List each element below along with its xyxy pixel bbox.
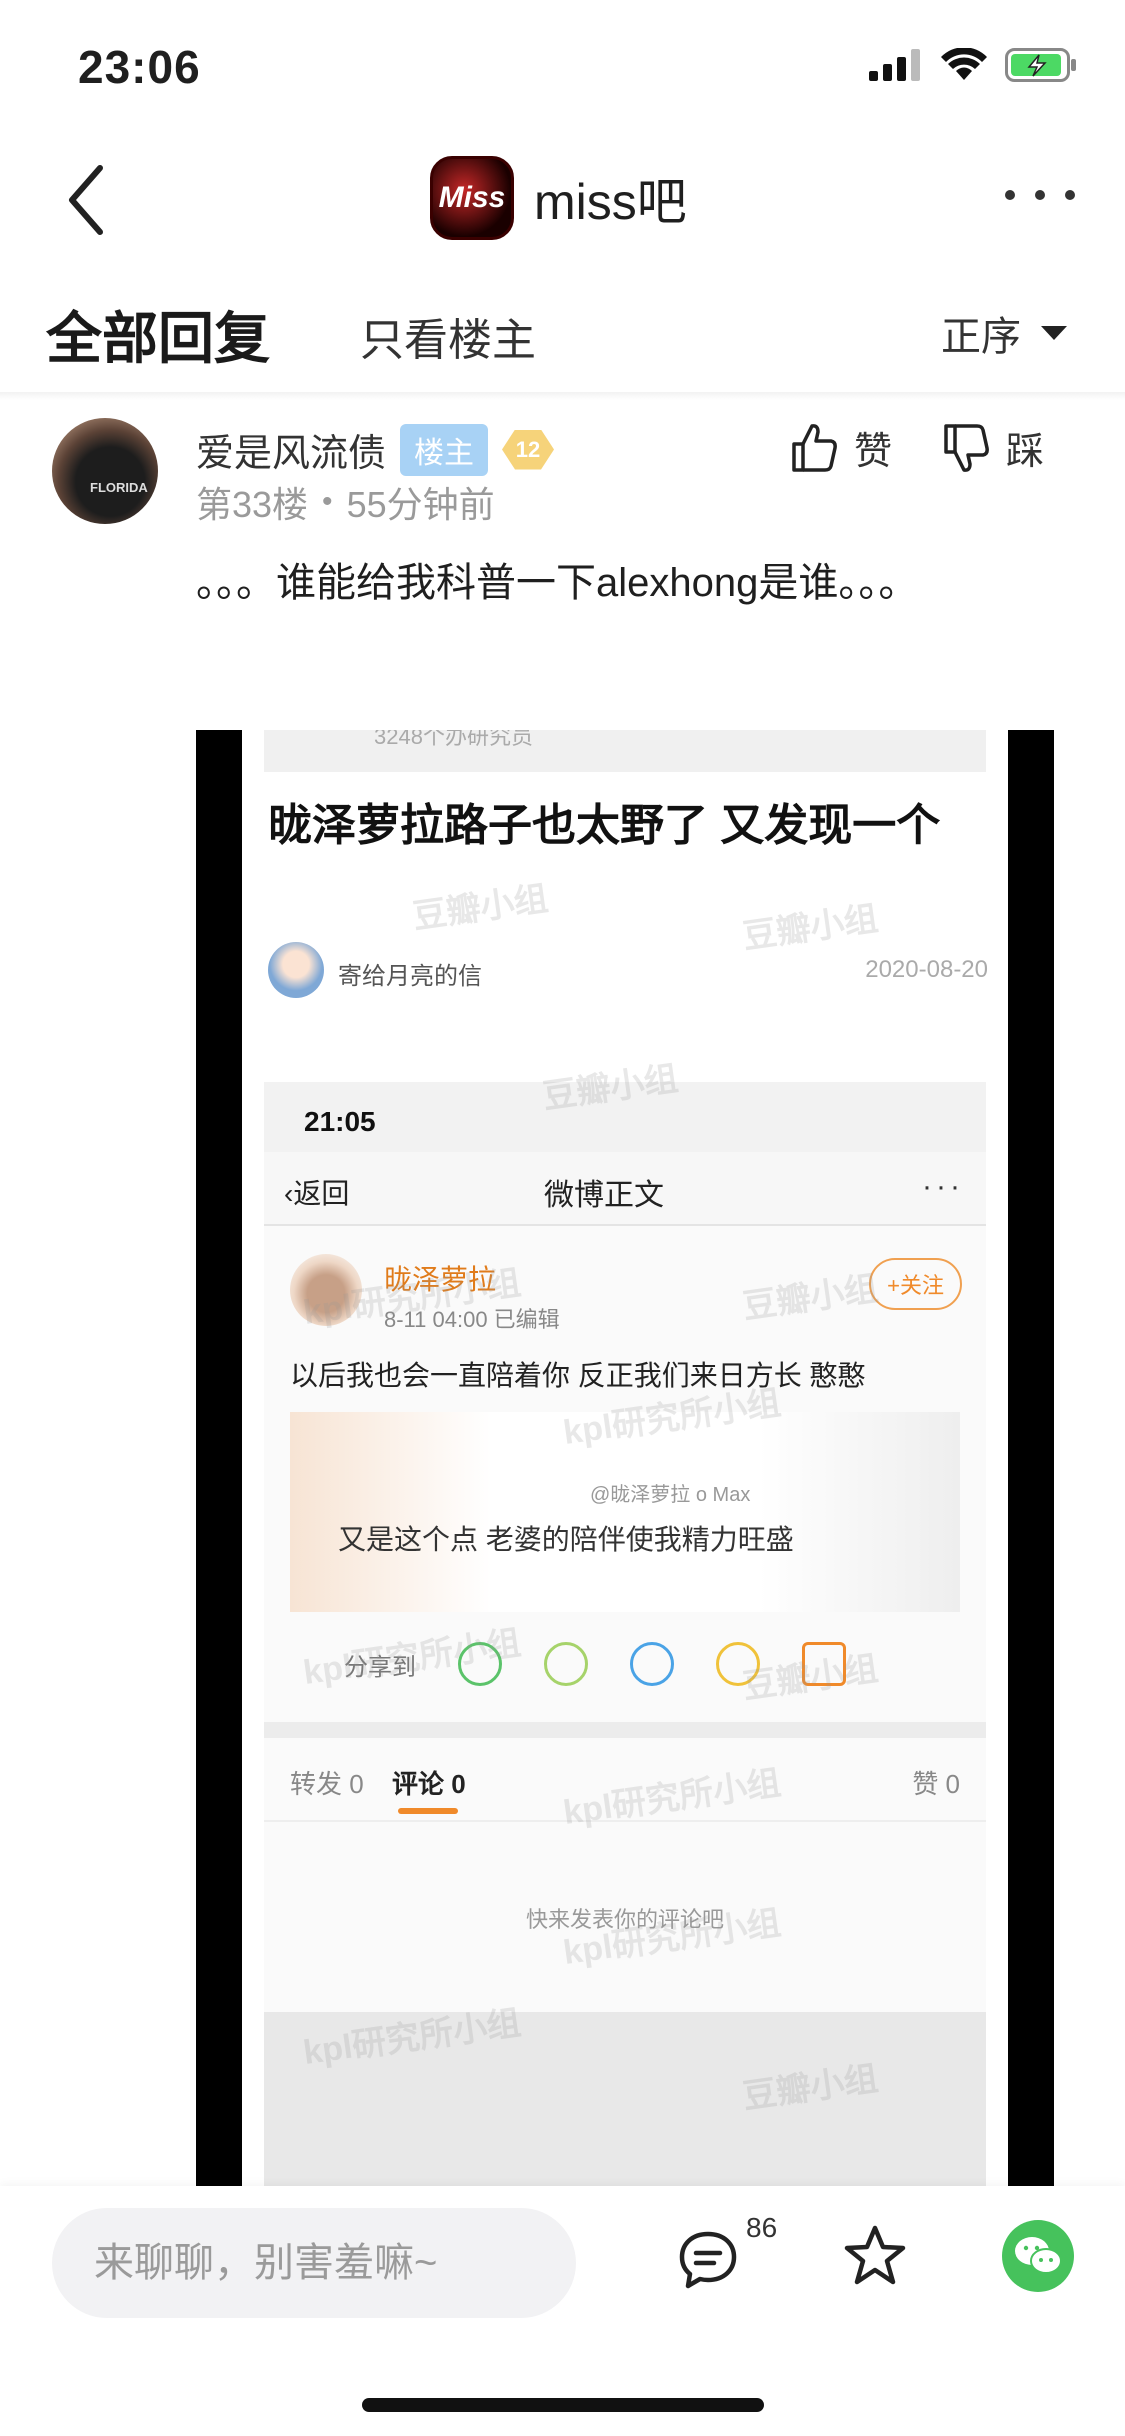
comments-icon[interactable] bbox=[676, 2228, 740, 2292]
weibo-screenshot: 21:05 ‹返回 微博正文 ··· 昽泽萝拉 8-11 04:00 已编辑 +… bbox=[264, 1082, 986, 2200]
tab-all-replies[interactable]: 全部回复 bbox=[46, 294, 270, 375]
star-share-icon bbox=[716, 1642, 760, 1686]
favorite-star-icon[interactable] bbox=[840, 2222, 910, 2292]
dislike-label: 踩 bbox=[1006, 431, 1045, 473]
weibo-back-label: 返回 bbox=[293, 1178, 350, 1209]
weibo-username: 昽泽萝拉 bbox=[384, 1264, 497, 1295]
navigation-bar: Miss miss吧 bbox=[0, 150, 1125, 250]
weibo-follow-button: +关注 bbox=[869, 1258, 962, 1310]
weibo-empty-hint: 快来发表你的评论吧 bbox=[525, 1907, 724, 1932]
username-row: 爱是风流债 楼主 12 bbox=[196, 422, 555, 477]
sort-order-label: 正序 bbox=[941, 315, 1021, 359]
wifi-icon bbox=[941, 48, 987, 80]
forum-logo: Miss bbox=[430, 156, 514, 240]
thumbs-up-icon bbox=[792, 423, 837, 472]
embedded-author-row: 寄给月亮的信 2020-08-20 bbox=[268, 942, 988, 1002]
reply-header: FLORIDA 爱是风流债 楼主 12 第33楼 • 55分钟前 赞 踩 bbox=[0, 410, 1125, 550]
more-options-icon[interactable] bbox=[1005, 180, 1075, 210]
cellular-signal-icon bbox=[869, 49, 920, 81]
cut-off-text: 3248个办研究员 bbox=[264, 730, 986, 772]
wechat-share-icon bbox=[458, 1642, 502, 1686]
reply-text: 。。。谁能给我科普一下alexhong是谁。。。 bbox=[196, 561, 919, 605]
floor-number: 第33楼 bbox=[196, 484, 309, 525]
weibo-repost-tab: 转发 0 bbox=[290, 1769, 364, 1799]
reply-image[interactable]: 3248个办研究员 昽泽萝拉路子也太野了 又发现一个 寄给月亮的信 2020-0… bbox=[196, 730, 1054, 2200]
weibo-share-row: 分享到 bbox=[344, 1642, 846, 1686]
avatar[interactable]: FLORIDA bbox=[52, 418, 158, 524]
weibo-like-tab: 赞 0 bbox=[912, 1769, 960, 1799]
home-indicator[interactable] bbox=[362, 2398, 764, 2412]
op-badge: 楼主 bbox=[400, 423, 489, 476]
like-button[interactable]: 赞 bbox=[790, 420, 892, 475]
status-icons bbox=[869, 48, 1077, 82]
comment-input[interactable] bbox=[52, 2208, 576, 2318]
weibo-status-bar: 21:05 bbox=[264, 1082, 986, 1152]
weibo-tab-underline bbox=[398, 1808, 458, 1814]
forum-title: miss吧 bbox=[534, 174, 687, 230]
dislike-button[interactable]: 踩 bbox=[942, 420, 1044, 475]
chevron-down-icon bbox=[1041, 326, 1067, 340]
section-divider bbox=[0, 392, 1125, 400]
wechat-icon bbox=[1015, 2237, 1062, 2274]
back-arrow-icon[interactable] bbox=[60, 160, 120, 240]
like-label: 赞 bbox=[854, 431, 893, 473]
meta-separator: • bbox=[322, 485, 333, 518]
embedded-title: 昽泽萝拉路子也太野了 又发现一个 bbox=[268, 801, 941, 850]
weibo-gray-block bbox=[264, 2012, 986, 2200]
tab-only-op[interactable]: 只看楼主 bbox=[360, 304, 536, 368]
weibo-page-title: 微博正文 bbox=[544, 1179, 664, 1212]
weibo-avatar bbox=[290, 1254, 362, 1326]
comment-count: 86 bbox=[746, 2212, 778, 2243]
watermark: 豆瓣小组 bbox=[410, 879, 551, 937]
battery-charging-icon bbox=[1005, 48, 1076, 82]
embedded-author-avatar bbox=[268, 942, 324, 998]
weibo-tabs: 转发 0 评论 0 赞 0 bbox=[264, 1738, 986, 1822]
moments-share-icon bbox=[544, 1642, 588, 1686]
level-badge: 12 bbox=[502, 429, 555, 470]
sort-order-dropdown[interactable]: 正序 bbox=[941, 304, 1067, 362]
weibo-text: 以后我也会一直陪着你 反正我们来日方长 憨憨 bbox=[290, 1360, 866, 1391]
avatar-shirt-text: FLORIDA bbox=[90, 480, 148, 495]
status-time: 23:06 bbox=[78, 41, 201, 93]
weibo-image-caption: 又是这个点 老婆的陪伴使我精力旺盛 bbox=[338, 1524, 794, 1555]
weibo-image-handle: @昽泽萝拉 o Max bbox=[590, 1484, 751, 1506]
thumbs-down-icon bbox=[944, 423, 989, 472]
reply-meta: 第33楼 • 55分钟前 bbox=[196, 476, 495, 528]
embedded-author-name: 寄给月亮的信 bbox=[338, 963, 482, 990]
weibo-separator bbox=[264, 1722, 986, 1738]
weibo-nav: ‹返回 微博正文 ··· bbox=[264, 1152, 986, 1226]
weibo-meta: 8-11 04:00 已编辑 bbox=[384, 1307, 560, 1332]
weibo-image: @昽泽萝拉 o Max 又是这个点 老婆的陪伴使我精力旺盛 bbox=[290, 1412, 960, 1612]
weibo-more-icon: ··· bbox=[922, 1170, 964, 1203]
weibo-comment-tab: 评论 0 bbox=[392, 1769, 466, 1799]
embedded-date: 2020-08-20 bbox=[865, 956, 988, 983]
reply-filter-tabs: 全部回复 只看楼主 正序 bbox=[0, 290, 1125, 370]
weibo-share-label: 分享到 bbox=[344, 1653, 416, 1681]
embedded-douban-post: 3248个办研究员 昽泽萝拉路子也太野了 又发现一个 寄给月亮的信 2020-0… bbox=[242, 730, 1008, 2200]
weibo-status-time: 21:05 bbox=[304, 1106, 376, 1137]
status-bar: 23:06 bbox=[0, 0, 1125, 130]
save-share-icon bbox=[802, 1642, 846, 1686]
wechat-share-button[interactable] bbox=[1002, 2220, 1074, 2292]
qq-share-icon bbox=[630, 1642, 674, 1686]
username[interactable]: 爱是风流债 bbox=[196, 422, 386, 477]
weibo-back: ‹返回 bbox=[284, 1178, 350, 1209]
forum-header[interactable]: Miss miss吧 bbox=[430, 156, 687, 240]
post-time: 55分钟前 bbox=[346, 484, 495, 525]
